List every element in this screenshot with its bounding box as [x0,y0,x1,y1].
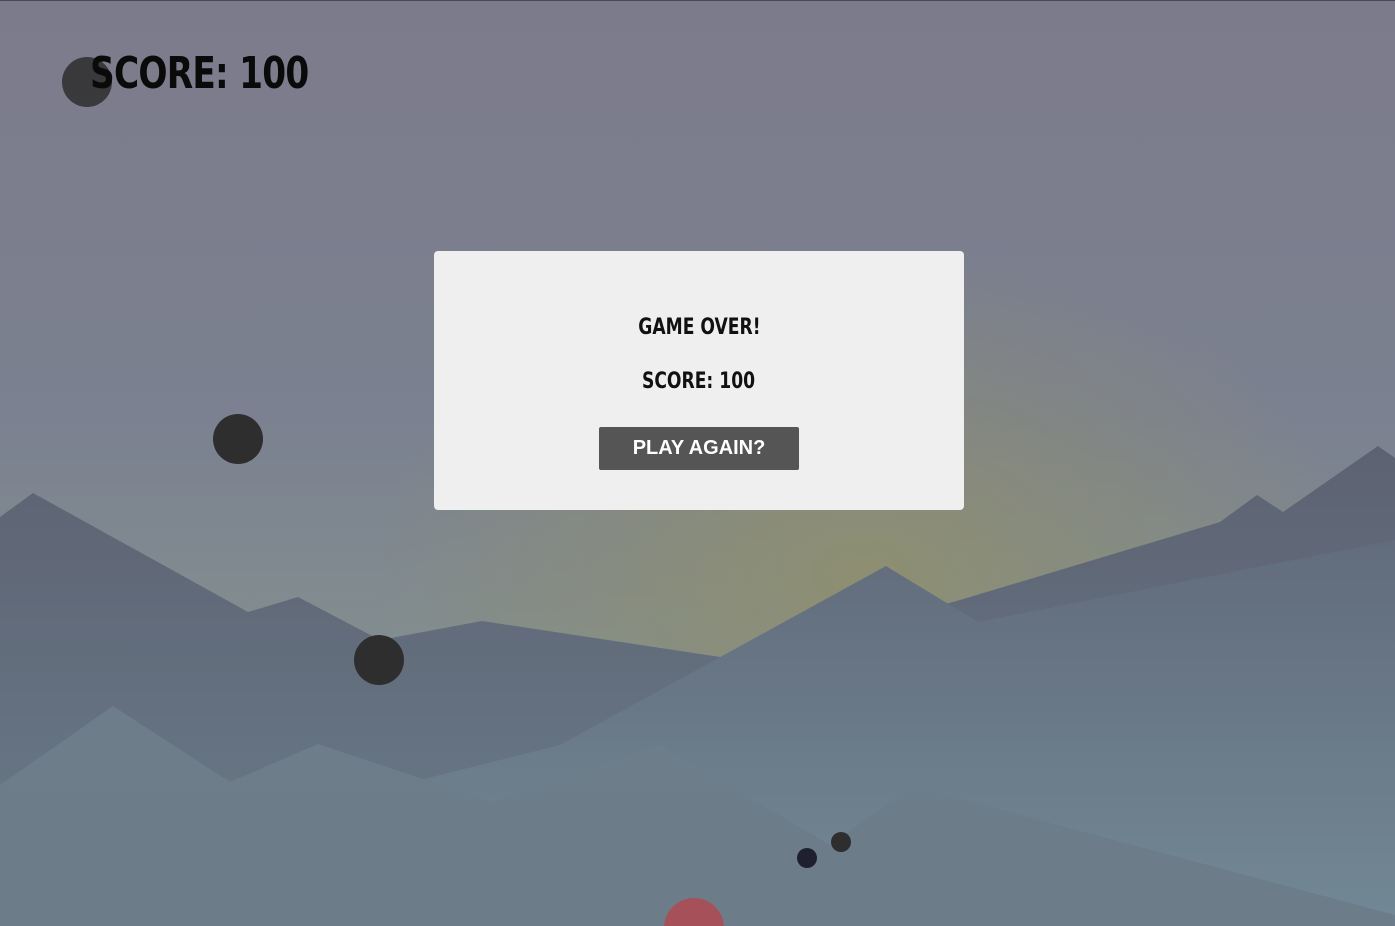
ball-dark [354,635,404,685]
score-display: SCORE: 100 [90,48,309,99]
ball-dark [213,414,263,464]
final-score: SCORE: 100 [642,369,756,394]
ball-navy-small [797,848,817,868]
game-over-dialog: GAME OVER! SCORE: 100 PLAY AGAIN? [434,251,964,510]
game-over-title: GAME OVER! [637,315,761,340]
play-again-button[interactable]: PLAY AGAIN? [599,427,799,470]
ball-dark-small [831,832,851,852]
